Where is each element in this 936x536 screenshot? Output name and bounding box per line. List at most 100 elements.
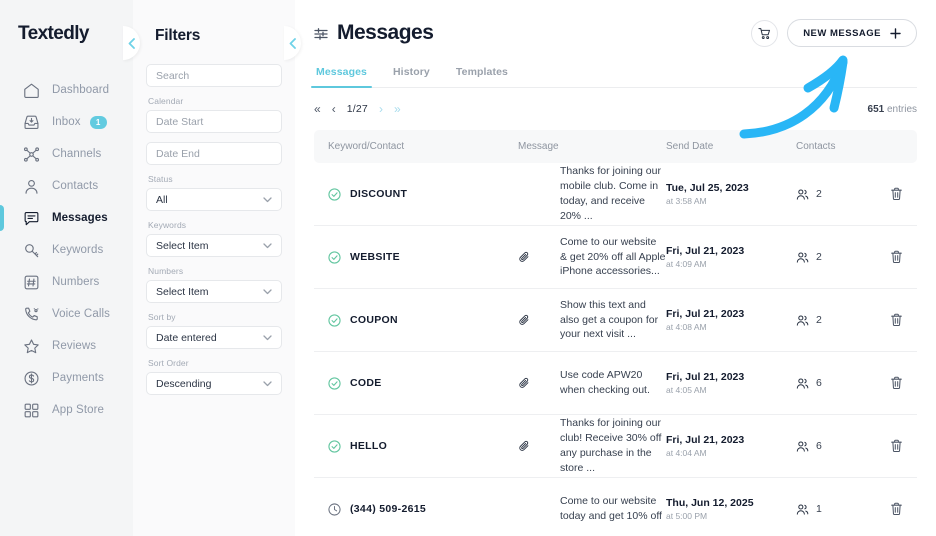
chevron-left-icon: [128, 38, 135, 49]
app-root: Textedly DashboardInbox1ChannelsContacts…: [0, 0, 936, 536]
phone-icon: [23, 306, 40, 323]
cell-contacts: 1: [796, 503, 884, 516]
chevron-down-icon: [263, 289, 272, 295]
filter-sort-order-select[interactable]: Descending: [146, 372, 282, 395]
table-row[interactable]: (344) 509-2615Come to our website today …: [314, 478, 917, 536]
table-row[interactable]: WEBSITECome to our website & get 20% off…: [314, 226, 917, 289]
new-message-button[interactable]: NEW MESSAGE: [787, 19, 917, 47]
message-text: Use code APW20 when checking out.: [560, 368, 666, 398]
brand-logo-text: Textedly: [18, 23, 89, 45]
sidebar-item-dashboard[interactable]: Dashboard: [0, 74, 133, 106]
send-date: Thu, Jun 12, 2025: [666, 497, 754, 509]
filters-panel: Filters Search CalendarDate StartDate En…: [133, 0, 295, 536]
filter-keywords-select[interactable]: Select Item: [146, 234, 282, 257]
sidebar-item-numbers[interactable]: Numbers: [0, 266, 133, 298]
status-sent-icon: [328, 188, 341, 201]
sidebar-item-label: Keywords: [52, 244, 103, 256]
chevron-down-icon: [263, 335, 272, 341]
sidebar-item-app-store[interactable]: App Store: [0, 394, 133, 426]
sidebar-item-messages[interactable]: Messages: [0, 202, 133, 234]
cell-contacts: 6: [796, 377, 884, 390]
tab-history[interactable]: History: [391, 66, 432, 87]
cell-actions: [884, 502, 903, 516]
filter-numbers-select[interactable]: Select Item: [146, 280, 282, 303]
pagination-prev-button[interactable]: ‹: [332, 103, 336, 115]
delete-row-button[interactable]: [890, 250, 903, 264]
sidebar-item-reviews[interactable]: Reviews: [0, 330, 133, 362]
header-actions: NEW MESSAGE: [751, 19, 917, 47]
sidebar-item-payments[interactable]: Payments: [0, 362, 133, 394]
send-time: at 3:58 AM: [666, 196, 796, 206]
cell-keyword-contact: WEBSITE: [328, 251, 518, 264]
filter-field-value: Date Start: [156, 116, 203, 128]
check-circle-icon: [328, 440, 341, 453]
filter-field: CalendarDate Start: [146, 96, 282, 133]
sidebar-badge: 1: [90, 116, 107, 129]
pagination-controls: « ‹ 1/27 › »: [314, 103, 401, 115]
delete-row-button[interactable]: [890, 439, 903, 453]
column-send-date: Send Date: [666, 141, 796, 152]
table-row[interactable]: DISCOUNTThanks for joining our mobile cl…: [314, 163, 917, 226]
pagination-next-button[interactable]: ›: [379, 103, 383, 115]
table-row[interactable]: CODEUse code APW20 when checking out.Fri…: [314, 352, 917, 415]
trash-icon: [890, 439, 903, 453]
pagination-first-button[interactable]: «: [314, 103, 321, 115]
delete-row-button[interactable]: [890, 313, 903, 327]
search-input[interactable]: Search: [146, 64, 282, 87]
filter-field: StatusAll: [146, 174, 282, 211]
send-date: Fri, Jul 21, 2023: [666, 434, 744, 446]
table-row[interactable]: COUPON Show this text and also get a coup…: [314, 289, 917, 352]
sidebar-item-keywords[interactable]: Keywords: [0, 234, 133, 266]
dollar-circle-icon: [23, 370, 40, 387]
trash-icon: [890, 187, 903, 201]
cell-send-date: Thu, Jun 12, 2025at 5:00 PM: [666, 497, 796, 521]
pagination-page-indicator: 1/27: [347, 103, 368, 115]
channels-icon: [22, 145, 41, 164]
sidebar-item-contacts[interactable]: Contacts: [0, 170, 133, 202]
filter-sort-by-select[interactable]: Date entered: [146, 326, 282, 349]
delete-row-button[interactable]: [890, 187, 903, 201]
filter-calendar-input[interactable]: Date Start: [146, 110, 282, 133]
brand-logo[interactable]: Textedly: [0, 0, 133, 68]
cell-actions: [884, 439, 903, 453]
home-icon: [22, 81, 41, 100]
contacts-count: 2: [816, 188, 822, 200]
sidebar-item-voice-calls[interactable]: Voice Calls: [0, 298, 133, 330]
keyword-label: COUPON: [350, 314, 398, 326]
shopping-cart-icon: [758, 27, 771, 40]
sidebar-item-label: Messages: [52, 212, 108, 224]
delete-row-button[interactable]: [890, 502, 903, 516]
message-text: Thanks for joining our club! Receive 30%…: [560, 416, 666, 476]
contacts-count: 6: [816, 377, 822, 389]
phone-icon: [22, 305, 41, 324]
table-row[interactable]: HELLOThanks for joining our club! Receiv…: [314, 415, 917, 478]
sidebar-item-channels[interactable]: Channels: [0, 138, 133, 170]
sidebar-item-inbox[interactable]: Inbox1: [0, 106, 133, 138]
trash-icon: [890, 250, 903, 264]
delete-row-button[interactable]: [890, 376, 903, 390]
inbox-icon: [23, 114, 40, 131]
contacts-count: 2: [816, 314, 822, 326]
cell-contacts: 2: [796, 314, 884, 327]
paperclip-icon: [518, 314, 530, 326]
tab-bar: Messages History Templates: [314, 66, 917, 88]
channels-icon: [23, 146, 40, 163]
grid-icon: [23, 402, 40, 419]
filter-field-label: Sort Order: [148, 358, 282, 368]
tab-messages[interactable]: Messages: [314, 66, 369, 87]
trash-icon: [890, 502, 903, 516]
keyword-label: (344) 509-2615: [350, 503, 426, 515]
cart-button[interactable]: [751, 20, 778, 47]
pagination-row: « ‹ 1/27 › » 651 entries: [314, 88, 917, 130]
contacts-count: 6: [816, 440, 822, 452]
hash-icon: [23, 274, 40, 291]
home-icon: [23, 82, 40, 99]
pagination-last-button[interactable]: »: [394, 103, 401, 115]
user-icon: [22, 177, 41, 196]
filter-date-end-input[interactable]: Date End: [146, 142, 282, 165]
tab-templates[interactable]: Templates: [454, 66, 510, 87]
message-text: Show this text and also get a coupon for…: [560, 298, 666, 343]
cell-keyword-contact: CODE: [328, 377, 518, 390]
cell-send-date: Fri, Jul 21, 2023at 4:04 AM: [666, 434, 796, 458]
filter-status-select[interactable]: All: [146, 188, 282, 211]
